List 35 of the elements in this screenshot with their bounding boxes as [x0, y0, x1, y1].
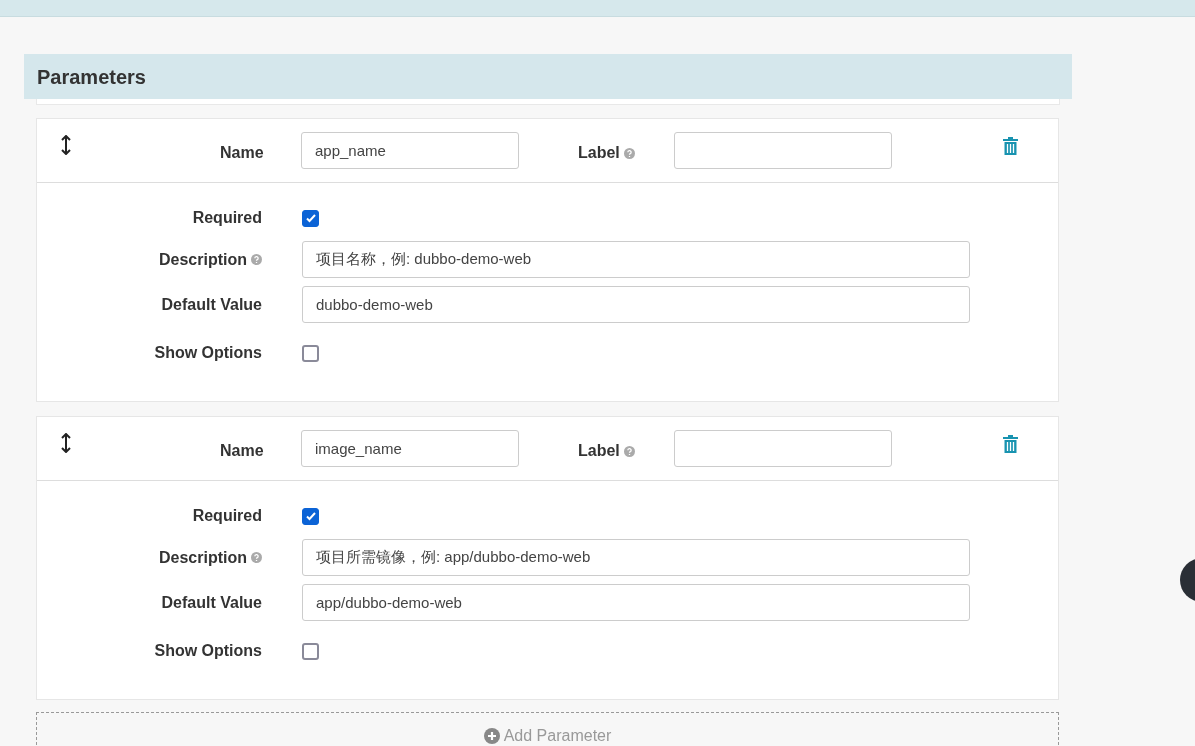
trash-icon[interactable] [1002, 434, 1019, 454]
check-icon [304, 510, 317, 522]
vertical-arrows-icon[interactable] [61, 433, 71, 453]
field-label: Required [192, 506, 262, 526]
field-label: Label [578, 441, 620, 461]
help-icon [251, 552, 262, 563]
field-label: Default Value [161, 294, 262, 315]
checkbox[interactable] [302, 507, 319, 525]
section-title: Parameters [37, 64, 146, 90]
description-input[interactable]: 项目所需镜像，例: app/dubbo-demo-web [302, 539, 970, 576]
vertical-arrows-icon[interactable] [61, 135, 71, 155]
checkbox[interactable] [302, 642, 319, 660]
field-label: Name [220, 143, 264, 163]
field-label: Show Options [154, 343, 262, 363]
label-input[interactable] [674, 132, 892, 169]
label-input[interactable] [674, 430, 892, 467]
field-label: Required [192, 208, 262, 228]
field-label: Description [159, 547, 247, 568]
description-input[interactable]: 项目名称，例: dubbo-demo-web [302, 241, 970, 278]
field-label: Label [578, 143, 620, 163]
field-label: Description [159, 249, 247, 270]
help-icon [623, 445, 635, 457]
check-icon [304, 212, 317, 224]
default-value-input[interactable]: app/dubbo-demo-web [302, 584, 970, 621]
trash-icon[interactable] [1002, 136, 1019, 156]
field-label: Show Options [154, 641, 262, 661]
default-value-input[interactable]: dubbo-demo-web [302, 286, 970, 323]
checkbox[interactable] [302, 209, 319, 227]
checkbox[interactable] [302, 344, 319, 362]
field-label: Default Value [161, 592, 262, 613]
help-icon [251, 254, 262, 265]
name-input[interactable]: app_name [301, 132, 519, 169]
name-input[interactable]: image_name [301, 430, 519, 467]
field-label: Name [220, 441, 264, 461]
help-icon [623, 147, 635, 159]
